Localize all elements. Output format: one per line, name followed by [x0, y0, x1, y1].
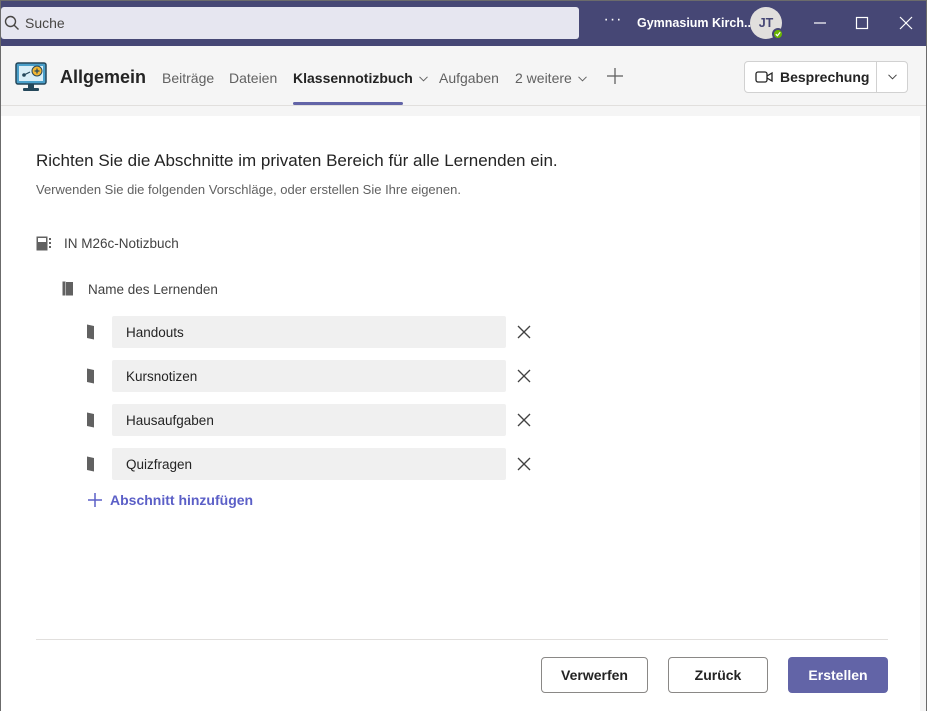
section-icon: [87, 324, 94, 340]
footer-divider: [36, 639, 888, 640]
plus-icon: [88, 493, 102, 507]
tab-dateien[interactable]: Dateien: [229, 70, 277, 86]
notebook-name: IN M26c-Notizbuch: [64, 236, 179, 251]
section-group-name: Name des Lernenden: [88, 282, 218, 297]
remove-section-icon[interactable]: [516, 368, 532, 384]
meeting-button-label: Besprechung: [780, 69, 870, 85]
meeting-button[interactable]: Besprechung: [745, 62, 876, 92]
more-options-icon[interactable]: ···: [603, 11, 623, 29]
maximize-icon: [855, 16, 869, 30]
channel-title: Allgemein: [60, 67, 147, 87]
section-name-input[interactable]: Quizfragen: [112, 448, 506, 480]
minimize-icon: [814, 22, 826, 24]
remove-section-icon[interactable]: [516, 324, 532, 340]
tab-klassennotizbuch[interactable]: Klassennotizbuch: [293, 70, 428, 86]
create-button[interactable]: Erstellen: [788, 657, 888, 693]
minimize-button[interactable]: [806, 9, 834, 37]
scrollbar-track[interactable]: [920, 116, 926, 711]
section-name-input[interactable]: Hausaufgaben: [112, 404, 506, 436]
section-row: Handouts: [86, 316, 546, 348]
section-row: Kursnotizen: [86, 360, 546, 392]
tab-beitraege[interactable]: Beiträge: [162, 70, 214, 86]
page-title: Richten Sie die Abschnitte im privaten B…: [36, 151, 558, 170]
section-icon: [87, 368, 94, 384]
page-subtitle: Verwenden Sie die folgenden Vorschläge, …: [36, 182, 461, 197]
chevron-down-icon: [887, 74, 897, 80]
maximize-button[interactable]: [848, 9, 876, 37]
active-tab-indicator: [293, 102, 403, 105]
presence-available-icon: [772, 28, 784, 40]
section-group-icon: [62, 281, 73, 296]
back-button[interactable]: Zurück: [668, 657, 768, 693]
section-name-input[interactable]: Handouts: [112, 316, 506, 348]
tab-more-label: 2 weitere: [515, 70, 572, 86]
avatar-initials: JT: [758, 16, 774, 30]
organization-name[interactable]: Gymnasium Kirch...: [637, 16, 754, 30]
close-window-button[interactable]: [892, 9, 920, 37]
avatar[interactable]: JT: [750, 7, 784, 40]
chevron-down-icon: [577, 76, 587, 82]
tab-klassennotizbuch-label: Klassennotizbuch: [293, 70, 413, 86]
add-section-button[interactable]: Abschnitt hinzufügen: [87, 492, 253, 508]
section-row: Hausaufgaben: [86, 404, 546, 436]
title-bar: Suche ··· Gymnasium Kirch... JT: [1, 1, 926, 46]
notebook-icon: [36, 236, 51, 251]
remove-section-icon[interactable]: [516, 456, 532, 472]
section-row: Quizfragen: [86, 448, 546, 480]
section-name-input[interactable]: Kursnotizen: [112, 360, 506, 392]
section-icon: [87, 412, 94, 428]
add-section-label: Abschnitt hinzufügen: [110, 492, 254, 508]
notebook-setup-panel: Richten Sie die Abschnitte im privaten B…: [1, 116, 920, 711]
meeting-button-group: Besprechung: [744, 61, 908, 93]
discard-button[interactable]: Verwerfen: [541, 657, 648, 693]
section-icon: [87, 456, 94, 472]
channel-header: Allgemein Beiträge Dateien Klassennotizb…: [1, 46, 926, 106]
add-tab-icon[interactable]: [606, 67, 624, 85]
search-input[interactable]: Suche: [25, 15, 65, 31]
tab-more[interactable]: 2 weitere: [515, 70, 587, 86]
close-icon: [899, 16, 913, 30]
team-logo-icon[interactable]: [15, 60, 49, 94]
search-box[interactable]: Suche: [1, 7, 579, 39]
remove-section-icon[interactable]: [516, 412, 532, 428]
meeting-dropdown-button[interactable]: [877, 62, 907, 92]
chevron-down-icon: [418, 76, 428, 82]
search-icon: [4, 15, 19, 30]
video-camera-icon: [755, 71, 773, 83]
tab-aufgaben[interactable]: Aufgaben: [439, 70, 499, 86]
